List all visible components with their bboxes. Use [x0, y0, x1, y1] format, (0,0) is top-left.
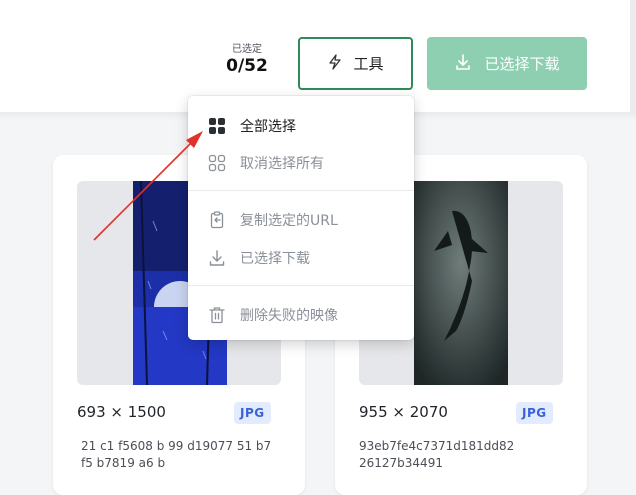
trash-icon [208, 306, 226, 324]
grid-outline-icon [208, 154, 226, 172]
menu-item-delete-failed[interactable]: 删除失败的映像 [188, 298, 414, 332]
menu-item-select-all[interactable]: 全部选择 [188, 109, 414, 143]
tools-button[interactable]: 工具 [298, 37, 413, 90]
menu-item-label: 复制选定的URL [240, 213, 338, 229]
menu-item-label: 全部选择 [240, 119, 296, 135]
menu-item-copy-urls[interactable]: 复制选定的URL [188, 203, 414, 237]
grid-filled-icon [208, 117, 226, 135]
tools-dropdown-menu: 全部选择 取消选择所有 复制选定的URL 已选择下载 删除失败的映像 [188, 96, 414, 340]
menu-item-deselect-all[interactable]: 取消选择所有 [188, 146, 414, 180]
tools-label: 工具 [353, 55, 384, 73]
download-icon [208, 249, 226, 267]
download-label: 已选择下载 [484, 55, 560, 73]
menu-item-label: 取消选择所有 [240, 156, 324, 172]
selected-caption: 已选定 [232, 44, 262, 55]
image-dimensions: 955 × 2070 [359, 403, 448, 421]
menu-item-label: 删除失败的映像 [240, 308, 338, 324]
download-icon [454, 53, 472, 75]
lightning-icon [327, 53, 343, 74]
download-selected-button[interactable]: 已选择下载 [427, 37, 587, 90]
selected-count: 0/52 [226, 56, 268, 76]
image-dimensions: 693 × 1500 [77, 403, 166, 421]
menu-divider [188, 190, 414, 191]
menu-item-download-selected[interactable]: 已选择下载 [188, 241, 414, 275]
format-badge: JPG [234, 402, 271, 424]
thumbnail-image [414, 181, 508, 385]
format-badge: JPG [516, 402, 553, 424]
copy-url-icon [208, 211, 226, 229]
menu-divider [188, 285, 414, 286]
image-hash: 21 c1 f5608 b 99 d19077 51 b7 f5 b7819 a… [81, 439, 272, 470]
menu-item-label: 已选择下载 [240, 251, 310, 267]
header-edge [630, 0, 636, 112]
image-hash: 93eb7fe4c7371d181dd82 26127b34491 [359, 439, 515, 470]
